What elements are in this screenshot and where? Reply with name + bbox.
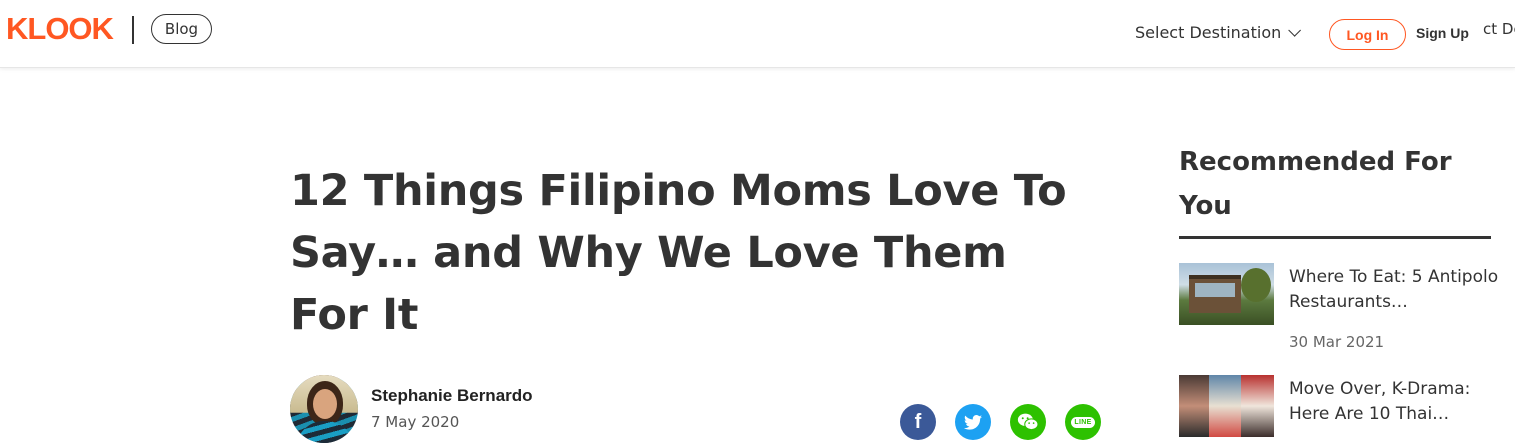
share-facebook-button[interactable]: f [900, 404, 936, 440]
twitter-icon [964, 414, 982, 430]
chevron-down-icon [1288, 24, 1302, 37]
signup-link[interactable]: Sign Up [1416, 25, 1469, 41]
select-destination-dropdown[interactable]: Select Destination [1135, 23, 1302, 42]
logo-divider [132, 16, 134, 44]
author-avatar[interactable] [290, 375, 358, 443]
recommended-divider [1179, 236, 1491, 239]
header-overflow-text: ct De [1483, 20, 1515, 38]
recommended-thumbnail[interactable] [1179, 375, 1274, 437]
recommended-thumbnail[interactable] [1179, 263, 1274, 325]
share-wechat-button[interactable] [1010, 404, 1046, 440]
recommended-item-title[interactable]: Move Over, K-Drama: Here Are 10 Thai… [1289, 377, 1499, 427]
author-name[interactable]: Stephanie Bernardo [371, 386, 533, 406]
klook-logo[interactable]: KLOOK [6, 12, 114, 46]
select-destination-label: Select Destination [1135, 23, 1282, 42]
recommended-item-date: 30 Mar 2021 [1289, 333, 1385, 351]
recommended-item-title[interactable]: Where To Eat: 5 Antipolo Restaurants… [1289, 265, 1499, 315]
share-twitter-button[interactable] [955, 404, 991, 440]
login-button[interactable]: Log In [1329, 19, 1406, 50]
publish-date: 7 May 2020 [371, 413, 460, 431]
blog-button[interactable]: Blog [151, 14, 212, 44]
wechat-icon [1017, 413, 1039, 431]
article-title: 12 Things Filipino Moms Love To Say… and… [290, 166, 1067, 340]
facebook-icon: f [914, 411, 922, 433]
share-line-button[interactable]: LINE [1065, 404, 1101, 440]
recommended-heading: Recommended For You [1179, 147, 1452, 221]
line-icon: LINE [1071, 416, 1095, 428]
site-header: KLOOK Blog Select Destination Log In Sig… [0, 0, 1515, 68]
